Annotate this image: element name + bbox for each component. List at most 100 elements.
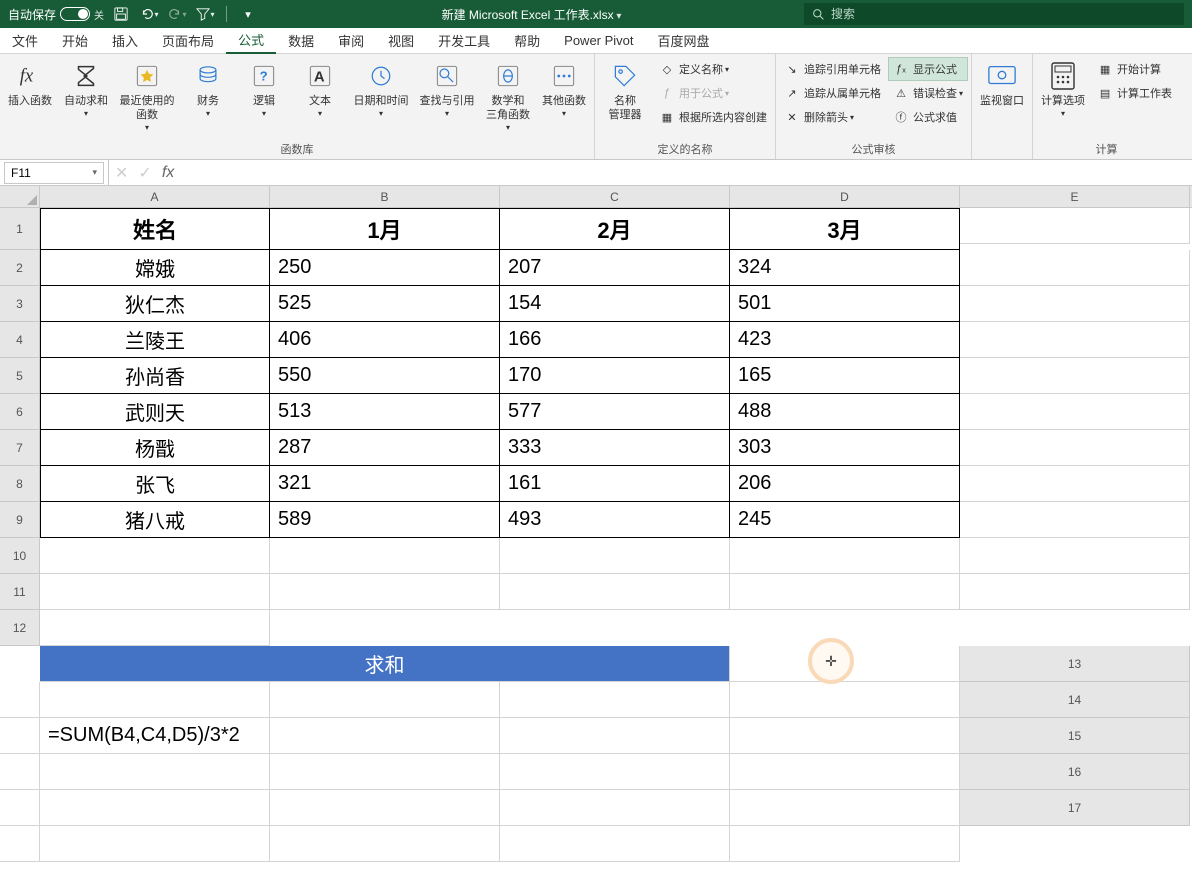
qat-more-icon[interactable]: ▾ [237, 3, 259, 25]
header-cell[interactable]: 3月 [730, 208, 960, 250]
ribbon-tab-Power Pivot[interactable]: Power Pivot [552, 28, 645, 54]
row-header[interactable]: 6 [0, 394, 40, 430]
cell[interactable] [960, 538, 1190, 574]
name-cell[interactable]: 武则天 [40, 394, 270, 430]
ribbon-tab-页面布局[interactable]: 页面布局 [150, 28, 226, 54]
column-header[interactable]: B [270, 186, 500, 207]
redo-icon[interactable]: ▾ [166, 3, 188, 25]
calc-sheet-button[interactable]: ▤计算工作表 [1093, 82, 1176, 104]
cell[interactable] [960, 358, 1190, 394]
ribbon-tab-视图[interactable]: 视图 [376, 28, 426, 54]
recent-functions-button[interactable]: 最近使用的 函数 [116, 56, 178, 133]
show-formulas-button[interactable]: ƒₓ显示公式 [889, 58, 967, 80]
cell[interactable] [960, 322, 1190, 358]
sum-merged-cell[interactable]: 求和 [40, 646, 730, 682]
data-cell[interactable]: 250 [270, 250, 500, 286]
data-cell[interactable]: 166 [500, 322, 730, 358]
data-cell[interactable]: 207 [500, 250, 730, 286]
column-header[interactable]: A [40, 186, 270, 207]
cell[interactable] [270, 718, 500, 754]
row-header[interactable]: 14 [960, 682, 1190, 718]
cell[interactable] [730, 718, 960, 754]
cell[interactable] [730, 754, 960, 790]
cancel-icon[interactable]: ✕ [115, 163, 128, 183]
financial-button[interactable]: 财务 [182, 56, 234, 119]
watch-window-button[interactable]: 监视窗口 [976, 56, 1028, 109]
header-cell[interactable]: 2月 [500, 208, 730, 250]
name-cell[interactable]: 孙尚香 [40, 358, 270, 394]
insert-function-button[interactable]: fx 插入函数 [4, 56, 56, 109]
cell[interactable] [0, 790, 40, 826]
cell[interactable] [40, 826, 270, 862]
cell[interactable] [730, 682, 960, 718]
cell[interactable] [500, 538, 730, 574]
row-header[interactable]: 4 [0, 322, 40, 358]
data-cell[interactable]: 577 [500, 394, 730, 430]
row-header[interactable]: 15 [960, 718, 1190, 754]
lookup-button[interactable]: 查找与引用 [416, 56, 478, 119]
cell[interactable] [40, 574, 270, 610]
data-cell[interactable]: 165 [730, 358, 960, 394]
search-input[interactable] [831, 7, 1176, 21]
logical-button[interactable]: ? 逻辑 [238, 56, 290, 119]
data-cell[interactable]: 406 [270, 322, 500, 358]
name-cell[interactable]: 猪八戒 [40, 502, 270, 538]
ribbon-tab-文件[interactable]: 文件 [0, 28, 50, 54]
row-header[interactable]: 9 [0, 502, 40, 538]
cell[interactable] [270, 682, 500, 718]
row-header[interactable]: 11 [0, 574, 40, 610]
data-cell[interactable]: 321 [270, 466, 500, 502]
cell[interactable] [270, 790, 500, 826]
select-all-corner[interactable] [0, 186, 40, 207]
ribbon-tab-开始[interactable]: 开始 [50, 28, 100, 54]
name-box[interactable]: F11▾ [4, 162, 104, 184]
calc-options-button[interactable]: 计算选项 [1037, 56, 1089, 119]
data-cell[interactable]: 513 [270, 394, 500, 430]
row-header[interactable]: 13 [960, 646, 1190, 682]
undo-icon[interactable]: ▾ [138, 3, 160, 25]
cell[interactable] [40, 538, 270, 574]
ribbon-tab-百度网盘[interactable]: 百度网盘 [646, 28, 722, 54]
evaluate-formula-button[interactable]: ⓕ公式求值 [889, 106, 967, 128]
cell[interactable] [960, 502, 1190, 538]
cell[interactable] [40, 682, 270, 718]
row-header[interactable]: 7 [0, 430, 40, 466]
header-cell[interactable]: 姓名 [40, 208, 270, 250]
row-header[interactable]: 12 [0, 610, 40, 646]
remove-arrows-button[interactable]: ✕删除箭头 ▾ [780, 106, 885, 128]
name-cell[interactable]: 张飞 [40, 466, 270, 502]
calc-now-button[interactable]: ▦开始计算 [1093, 58, 1176, 80]
text-button[interactable]: A 文本 [294, 56, 346, 119]
cell[interactable] [960, 394, 1190, 430]
cell[interactable] [730, 826, 960, 862]
cell[interactable] [0, 754, 40, 790]
cell[interactable] [500, 826, 730, 862]
name-cell[interactable]: 杨戬 [40, 430, 270, 466]
row-header[interactable]: 5 [0, 358, 40, 394]
data-cell[interactable]: 525 [270, 286, 500, 322]
use-in-formula-button[interactable]: ƒ用于公式 ▾ [655, 82, 771, 104]
cell[interactable] [960, 250, 1190, 286]
trace-dependents-button[interactable]: ↗追踪从属单元格 [780, 82, 885, 104]
ribbon-tab-帮助[interactable]: 帮助 [502, 28, 552, 54]
data-cell[interactable]: 245 [730, 502, 960, 538]
data-cell[interactable]: 154 [500, 286, 730, 322]
data-cell[interactable]: 589 [270, 502, 500, 538]
cell[interactable] [40, 790, 270, 826]
cell[interactable] [960, 208, 1190, 244]
data-cell[interactable]: 423 [730, 322, 960, 358]
define-name-button[interactable]: ◇定义名称 ▾ [655, 58, 771, 80]
cell[interactable] [730, 574, 960, 610]
create-from-selection-button[interactable]: ▦根据所选内容创建 [655, 106, 771, 128]
cell[interactable] [500, 718, 730, 754]
cell[interactable] [730, 646, 960, 682]
autosum-button[interactable]: 自动求和 [60, 56, 112, 119]
cell[interactable] [0, 682, 40, 718]
cell[interactable] [730, 790, 960, 826]
row-header[interactable]: 8 [0, 466, 40, 502]
data-cell[interactable]: 303 [730, 430, 960, 466]
column-header[interactable]: D [730, 186, 960, 207]
column-header[interactable]: E [960, 186, 1190, 207]
ribbon-tab-数据[interactable]: 数据 [276, 28, 326, 54]
cell[interactable] [500, 790, 730, 826]
